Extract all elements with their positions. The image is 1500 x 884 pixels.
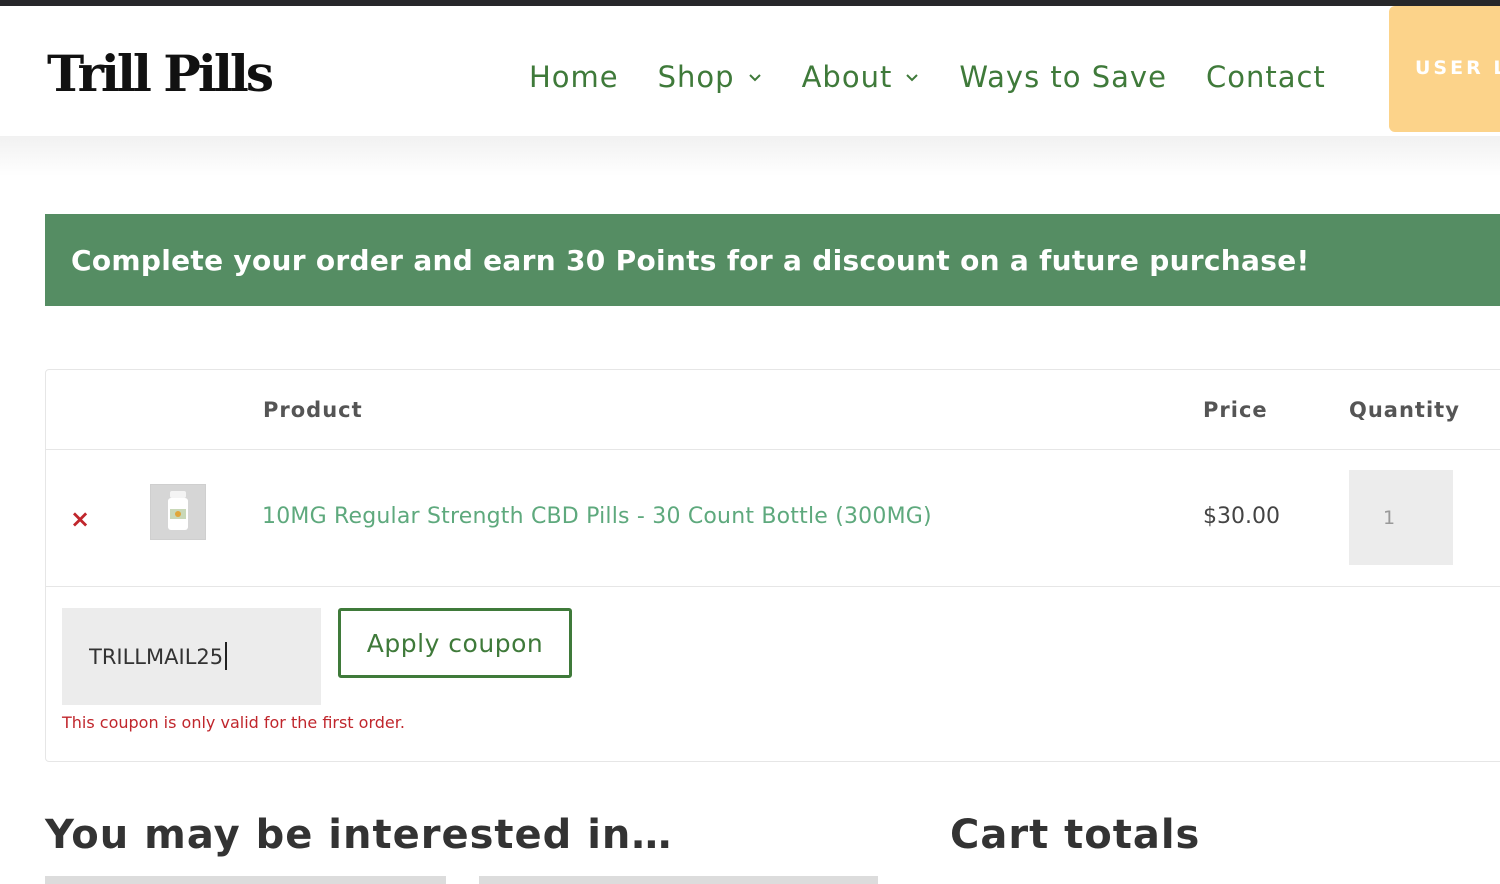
chevron-down-icon [747,69,763,85]
coupon-code-input[interactable] [62,608,321,705]
product-card[interactable] [45,876,446,884]
nav-item-contact[interactable]: Contact [1206,60,1326,94]
nav-item-label: Home [529,60,619,94]
column-header-quantity: Quantity [1349,398,1460,422]
nav-item-home[interactable]: Home [529,60,619,94]
chevron-down-icon [904,69,920,85]
coupon-error-message: This coupon is only valid for the first … [62,713,405,732]
nav-item-label: Shop [657,60,735,94]
nav-item-shop[interactable]: Shop [658,60,763,94]
nav-item-label: Ways to Save [959,60,1167,94]
interested-section-title: You may be interested in… [45,812,673,858]
column-header-product: Product [263,398,363,422]
nav-item-label: About [801,60,893,94]
apply-coupon-button[interactable]: Apply coupon [338,608,572,678]
cart-table-header: Product Price Quantity [46,370,1500,450]
quantity-input[interactable] [1349,470,1453,565]
site-header: Trill Pills Home Shop About Ways to Save… [0,6,1500,136]
product-price: $30.00 [1203,504,1280,529]
site-logo[interactable]: Trill Pills [47,46,274,102]
text-caret [225,642,227,670]
product-thumbnail[interactable] [150,484,206,540]
cart-totals-title: Cart totals [950,812,1201,858]
nav-item-ways-to-save[interactable]: Ways to Save [959,60,1167,94]
nav-item-label: Contact [1205,60,1326,94]
cart-item-row: × 10MG Regular Strength CBD Pills - 30 C… [46,450,1500,587]
remove-item-icon[interactable]: × [70,507,90,531]
main-nav: Home Shop About Ways to Save Contact [529,54,1365,100]
points-notice-text: Complete your order and earn 30 Points f… [71,243,1310,277]
product-name-link[interactable]: 10MG Regular Strength CBD Pills - 30 Cou… [262,504,932,529]
user-login-button[interactable]: USER L [1389,6,1500,132]
column-header-price: Price [1203,398,1268,422]
product-card[interactable] [479,876,878,884]
nav-item-about[interactable]: About [802,60,921,94]
points-notice-banner: Complete your order and earn 30 Points f… [45,214,1500,306]
header-shadow [0,136,1500,176]
cart-table: Product Price Quantity × 10MG Regular St… [45,369,1500,762]
